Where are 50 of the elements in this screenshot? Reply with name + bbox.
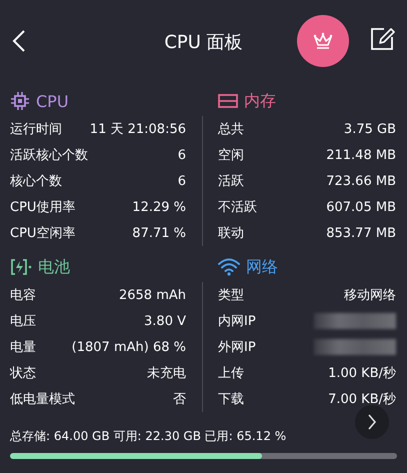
row-value: 2658 mAh bbox=[118, 288, 186, 302]
row-value: 3.80 V bbox=[144, 314, 186, 328]
row-value: 否 bbox=[173, 391, 186, 408]
row-value: 607.05 MB bbox=[326, 200, 396, 214]
row-label: 核心个数 bbox=[10, 173, 62, 190]
row-label: 电容 bbox=[10, 287, 36, 304]
row-label: 不活跃 bbox=[218, 199, 257, 216]
row-value: 723.66 MB bbox=[326, 174, 396, 188]
row-label: 类型 bbox=[218, 287, 244, 304]
row-value: 1.00 KB/秒 bbox=[328, 365, 396, 382]
row-label: 电压 bbox=[10, 313, 36, 330]
section-title: 内存 bbox=[244, 90, 276, 112]
storage-summary: 总存储: 64.00 GB 可用: 22.30 GB 已用: 65.12 % bbox=[10, 428, 288, 445]
row-value: 211.48 MB bbox=[326, 148, 396, 162]
row-label: 状态 bbox=[10, 365, 36, 382]
row-value: 3.75 GB bbox=[344, 122, 396, 136]
row-label: 下载 bbox=[218, 391, 244, 408]
row-label: 运行时间 bbox=[10, 121, 62, 138]
row-value: 11 天 21:08:56 bbox=[90, 121, 186, 138]
row-value: 12.29 % bbox=[132, 200, 186, 214]
next-button[interactable] bbox=[355, 405, 389, 439]
row-value: 6 bbox=[178, 174, 186, 188]
row-label: 活跃核心个数 bbox=[10, 147, 88, 164]
section-title: 网络 bbox=[246, 256, 278, 278]
row-value: 6 bbox=[178, 148, 186, 162]
row-label: 上传 bbox=[218, 365, 244, 382]
section-title: CPU bbox=[36, 92, 69, 110]
row-value: 7.00 KB/秒 bbox=[328, 391, 396, 408]
row-label: 联动 bbox=[218, 225, 244, 242]
crown-button[interactable] bbox=[297, 15, 349, 67]
row-label: 外网IP bbox=[218, 339, 256, 356]
edit-icon[interactable] bbox=[370, 27, 396, 51]
section-title: 电池 bbox=[38, 256, 70, 278]
row-label: CPU空闲率 bbox=[10, 225, 76, 242]
row-label: 空闲 bbox=[218, 147, 244, 164]
row-label: 低电量模式 bbox=[10, 391, 75, 408]
row-label: 总共 bbox=[218, 121, 244, 138]
back-icon[interactable] bbox=[12, 29, 26, 53]
row-value: (1807 mAh) 68 % bbox=[72, 340, 186, 354]
row-value: 未充电 bbox=[147, 365, 186, 382]
row-label: 活跃 bbox=[218, 173, 244, 190]
row-value: 853.77 MB bbox=[326, 226, 396, 240]
chevron-right-icon bbox=[367, 414, 377, 430]
row-label: 内网IP bbox=[218, 313, 256, 330]
row-label: CPU使用率 bbox=[10, 199, 76, 216]
row-label: 电量 bbox=[10, 339, 36, 356]
row-value: 87.71 % bbox=[132, 226, 186, 240]
crown-icon bbox=[312, 31, 334, 51]
page-title: CPU 面板 bbox=[163, 31, 244, 54]
row-value: 移动网络 bbox=[344, 287, 396, 304]
